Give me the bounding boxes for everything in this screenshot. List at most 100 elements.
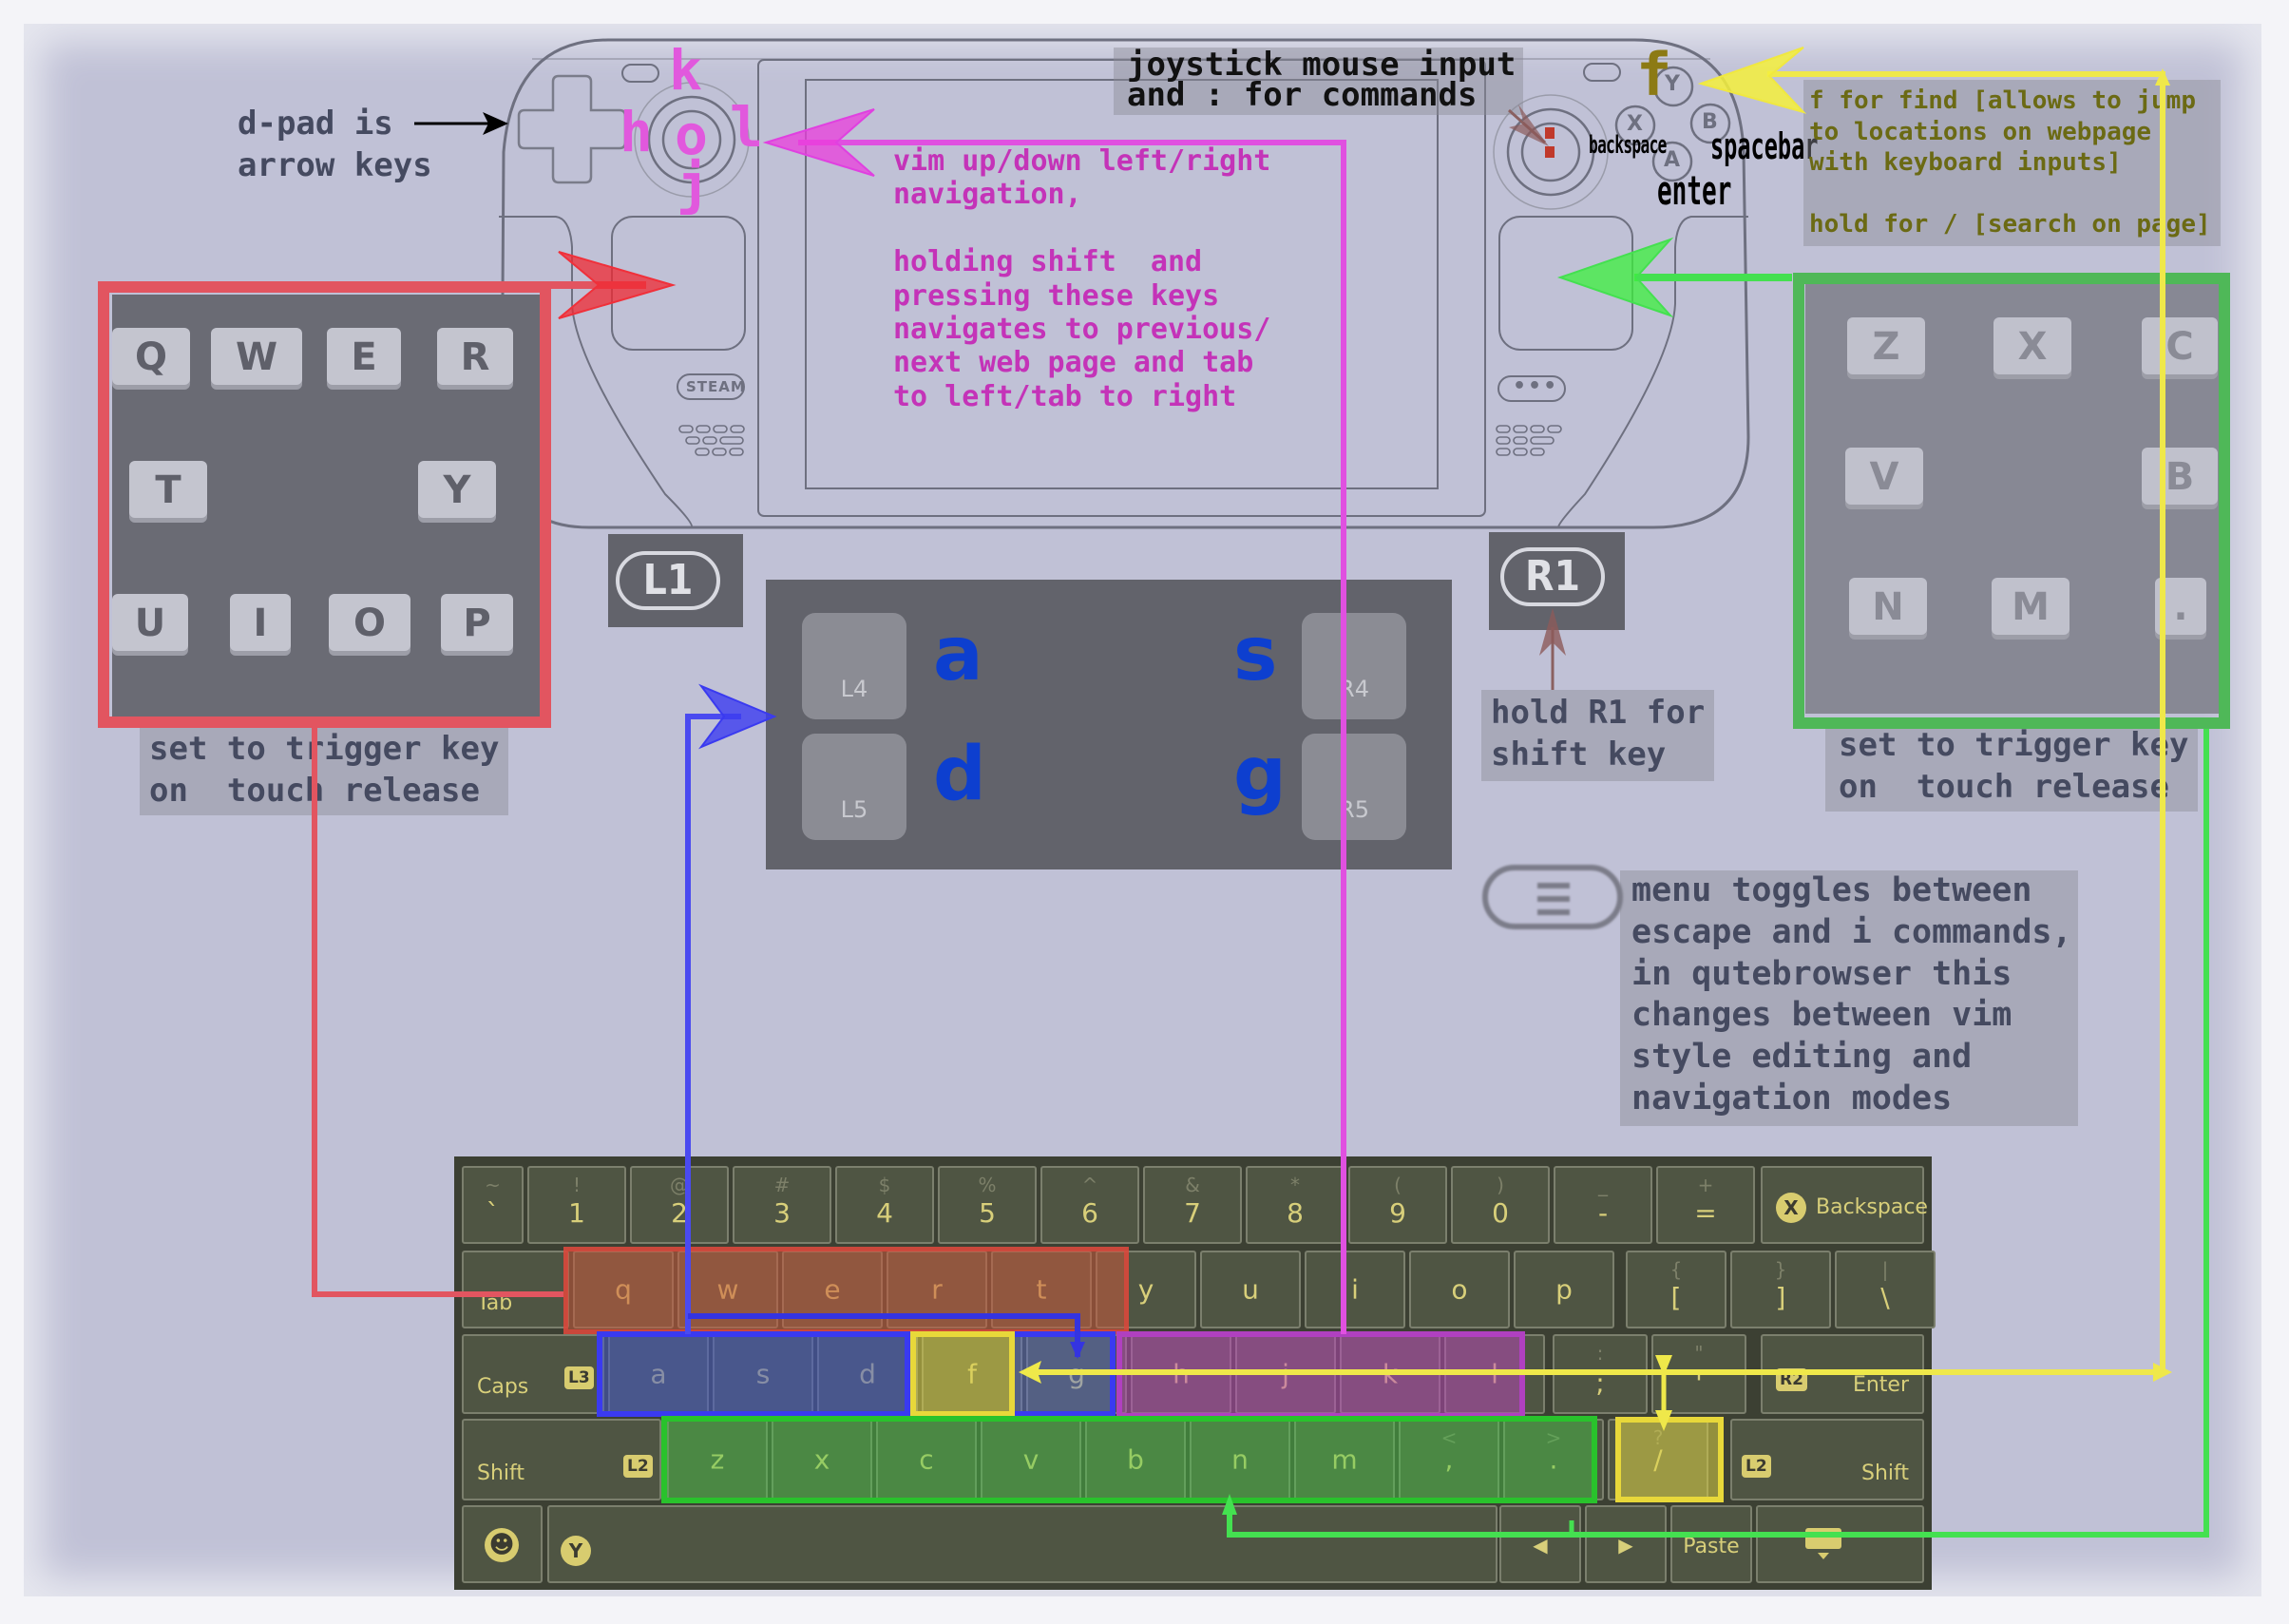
r1-note: hold R1 for shift key — [1481, 690, 1715, 782]
key-label: 6 — [1081, 1197, 1098, 1229]
find-note: f for find [allows to jump to locations … — [1803, 80, 2221, 246]
shift-symbol: % — [978, 1174, 997, 1196]
key-label: i — [1351, 1273, 1359, 1306]
key-bracket-0[interactable]: {[ — [1626, 1251, 1726, 1328]
key-label: u — [1242, 1273, 1259, 1306]
shift-symbol: & — [1185, 1174, 1200, 1196]
f-highlight-yellow — [910, 1331, 1015, 1417]
key-bracket-1[interactable]: }] — [1730, 1251, 1831, 1328]
key-punct-1[interactable]: " ' — [1651, 1334, 1746, 1414]
l2-badge-right: L2 — [1742, 1455, 1771, 1478]
left-arrow-icon: ◀ — [1533, 1534, 1548, 1557]
key-i[interactable]: i — [1305, 1251, 1405, 1328]
key-label: 1 — [568, 1197, 585, 1229]
tab-key[interactable]: Tab — [462, 1251, 569, 1328]
emoji-key[interactable]: ☻ — [462, 1505, 543, 1583]
shift-symbol: ) — [1497, 1174, 1504, 1196]
key-=[interactable]: + = — [1656, 1166, 1755, 1244]
key-backtick[interactable]: ~ ` — [462, 1166, 524, 1244]
key-punct-0[interactable]: :; — [1553, 1334, 1648, 1414]
vim-key-k: k — [669, 38, 702, 103]
cursor-right-key[interactable]: ▶ — [1585, 1505, 1667, 1583]
key-label: 2 — [671, 1197, 688, 1229]
key-8[interactable]: * 8 — [1246, 1166, 1345, 1244]
l5-button[interactable]: L5 — [802, 734, 906, 840]
r4-button[interactable]: R4 — [1302, 613, 1406, 719]
shift-symbol: + — [1697, 1174, 1714, 1196]
key-0[interactable]: ) 0 — [1451, 1166, 1550, 1244]
spacebar-key[interactable]: Y — [547, 1505, 1497, 1583]
key-p[interactable]: p — [1514, 1251, 1614, 1328]
key-9[interactable]: (9 — [1348, 1166, 1447, 1244]
dpad-note: d-pad is arrow keys — [238, 105, 432, 185]
r5-label: R5 — [1339, 796, 1369, 823]
r5-button[interactable]: R5 — [1302, 734, 1406, 840]
shift-symbol: ~ — [485, 1174, 501, 1196]
key-4[interactable]: $4 — [835, 1166, 934, 1244]
left-shift-key[interactable]: Shift L2 — [462, 1419, 661, 1500]
shift-symbol: " — [1694, 1342, 1704, 1365]
joystick-note: joystick mouse input and : for commands — [1114, 48, 1524, 115]
key-6[interactable]: ^ 6 — [1040, 1166, 1139, 1244]
shift-symbol: : — [1596, 1342, 1604, 1365]
y-mapping-f: f — [1636, 40, 1672, 109]
left-shift-label: Shift — [477, 1462, 525, 1485]
shift-symbol: ( — [1394, 1174, 1402, 1196]
shift-symbol: | — [1881, 1258, 1889, 1281]
x-mapping-backspace: backspace — [1589, 131, 1667, 160]
quick-access-label: ••• — [1513, 374, 1559, 398]
key-bracket-2[interactable]: | \ — [1835, 1251, 1936, 1328]
shift-symbol: ! — [572, 1174, 582, 1196]
r4-label: R4 — [1339, 676, 1369, 702]
g-highlight-blue — [1015, 1331, 1116, 1417]
a-mapping-enter: enter — [1657, 167, 1732, 214]
key-label: ' — [1695, 1367, 1703, 1399]
l5-label: L5 — [840, 796, 868, 823]
key-1[interactable]: ! 1 — [527, 1166, 626, 1244]
hjkl-highlight-magenta — [1116, 1331, 1525, 1419]
steam-label: STEAM — [686, 378, 746, 395]
vim-navigation-note: vim up/down left/right navigation, holdi… — [893, 144, 1271, 413]
l4-button[interactable]: L4 — [802, 613, 906, 719]
key-3[interactable]: #3 — [733, 1166, 831, 1244]
key--[interactable]: _ - — [1554, 1166, 1652, 1244]
key-label: p — [1555, 1273, 1573, 1306]
key-label: 7 — [1184, 1197, 1201, 1229]
right-trackpad-highlight — [1793, 273, 2230, 729]
right-arrow-icon: ▶ — [1618, 1534, 1633, 1557]
menu-button[interactable] — [1482, 865, 1623, 929]
qwerty-highlight-red — [563, 1247, 1129, 1334]
caps-key[interactable]: Caps L3 — [462, 1334, 604, 1414]
right-shift-key[interactable]: L2 Shift — [1730, 1419, 1924, 1500]
cursor-left-key[interactable]: ◀ — [1499, 1505, 1581, 1583]
hamburger-icon — [1537, 883, 1570, 888]
l1-bumper-panel: L1 — [608, 534, 743, 627]
enter-key[interactable]: R2 Enter — [1761, 1334, 1924, 1414]
l4-label: L4 — [840, 676, 868, 702]
key-label: ; — [1595, 1367, 1605, 1399]
key-5[interactable]: % 5 — [938, 1166, 1037, 1244]
key-u[interactable]: u — [1200, 1251, 1301, 1328]
key-7[interactable]: & 7 — [1143, 1166, 1242, 1244]
key-2[interactable]: @2 — [630, 1166, 729, 1244]
shift-symbol: } — [1774, 1258, 1787, 1281]
key-label: 0 — [1492, 1197, 1509, 1229]
r5-mapping: g — [1233, 732, 1287, 817]
shift-symbol: * — [1290, 1174, 1300, 1196]
r1-button[interactable]: R1 — [1500, 547, 1605, 606]
asdg-highlight-blue — [597, 1331, 910, 1417]
b-mapping-spacebar: spacebar — [1710, 125, 1819, 167]
hide-keyboard-key[interactable] — [1756, 1505, 1924, 1583]
backspace-key[interactable]: X Backspace — [1761, 1166, 1928, 1244]
shift-symbol: _ — [1598, 1174, 1608, 1196]
caps-label: Caps — [477, 1375, 529, 1399]
vim-key-j: j — [677, 152, 710, 217]
key-o[interactable]: o — [1409, 1251, 1510, 1328]
key-label: - — [1597, 1197, 1609, 1229]
l1-button[interactable]: L1 — [616, 551, 720, 610]
l4-mapping: a — [933, 612, 983, 697]
l3-badge: L3 — [564, 1366, 594, 1389]
r1-bumper-panel: R1 — [1489, 532, 1625, 630]
y-button-badge: Y — [561, 1536, 591, 1566]
paste-key[interactable]: Paste — [1670, 1505, 1752, 1583]
